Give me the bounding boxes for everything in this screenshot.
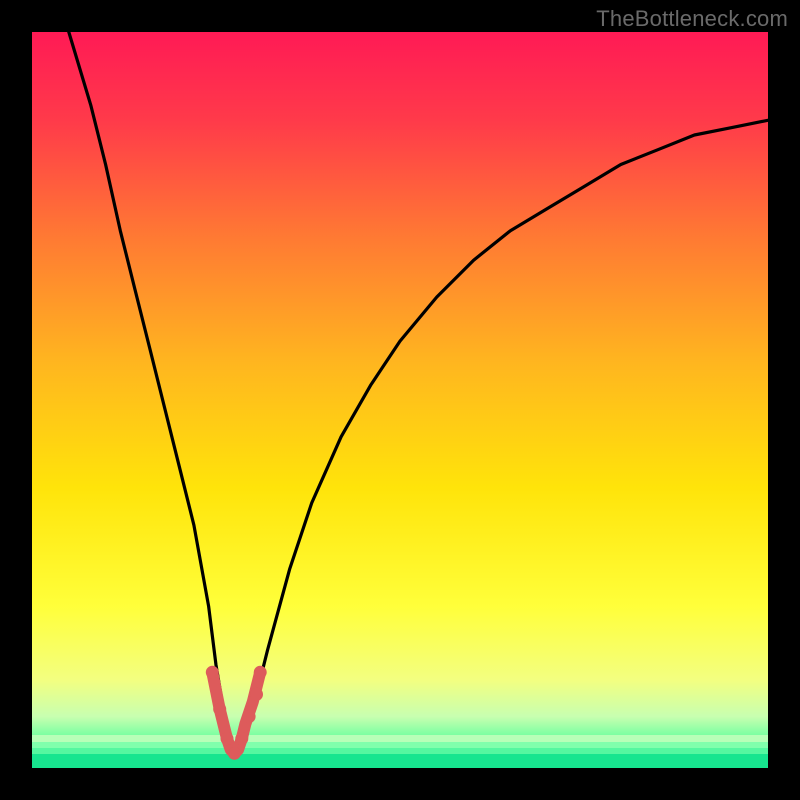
- chart-frame: TheBottleneck.com: [0, 0, 800, 800]
- highlight-dot: [206, 666, 219, 679]
- highlight-dot: [250, 688, 263, 701]
- highlight-dot: [235, 732, 248, 745]
- bottleneck-curve: [69, 32, 768, 753]
- plot-area: [32, 32, 768, 768]
- highlight-dot: [228, 747, 241, 760]
- highlight-dot: [213, 703, 226, 716]
- curve-layer: [32, 32, 768, 768]
- highlight-dot: [243, 710, 256, 723]
- highlight-dot: [221, 732, 234, 745]
- watermark-text: TheBottleneck.com: [596, 6, 788, 32]
- highlight-dot: [254, 666, 267, 679]
